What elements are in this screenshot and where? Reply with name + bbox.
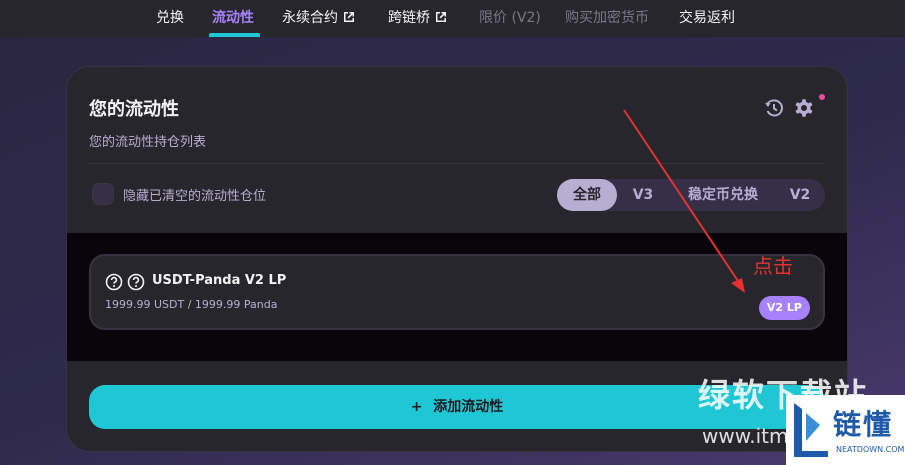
watermark-url: www.itm [702,424,789,448]
logo-name: 链懂 [833,408,894,441]
annotation-click-text: 点击 [753,254,793,278]
logo-mark-icon [794,403,828,457]
logo-subtitle: NEATDOWN.COM [836,445,905,454]
watermark-logo: 链懂 NEATDOWN.COM [786,395,905,465]
